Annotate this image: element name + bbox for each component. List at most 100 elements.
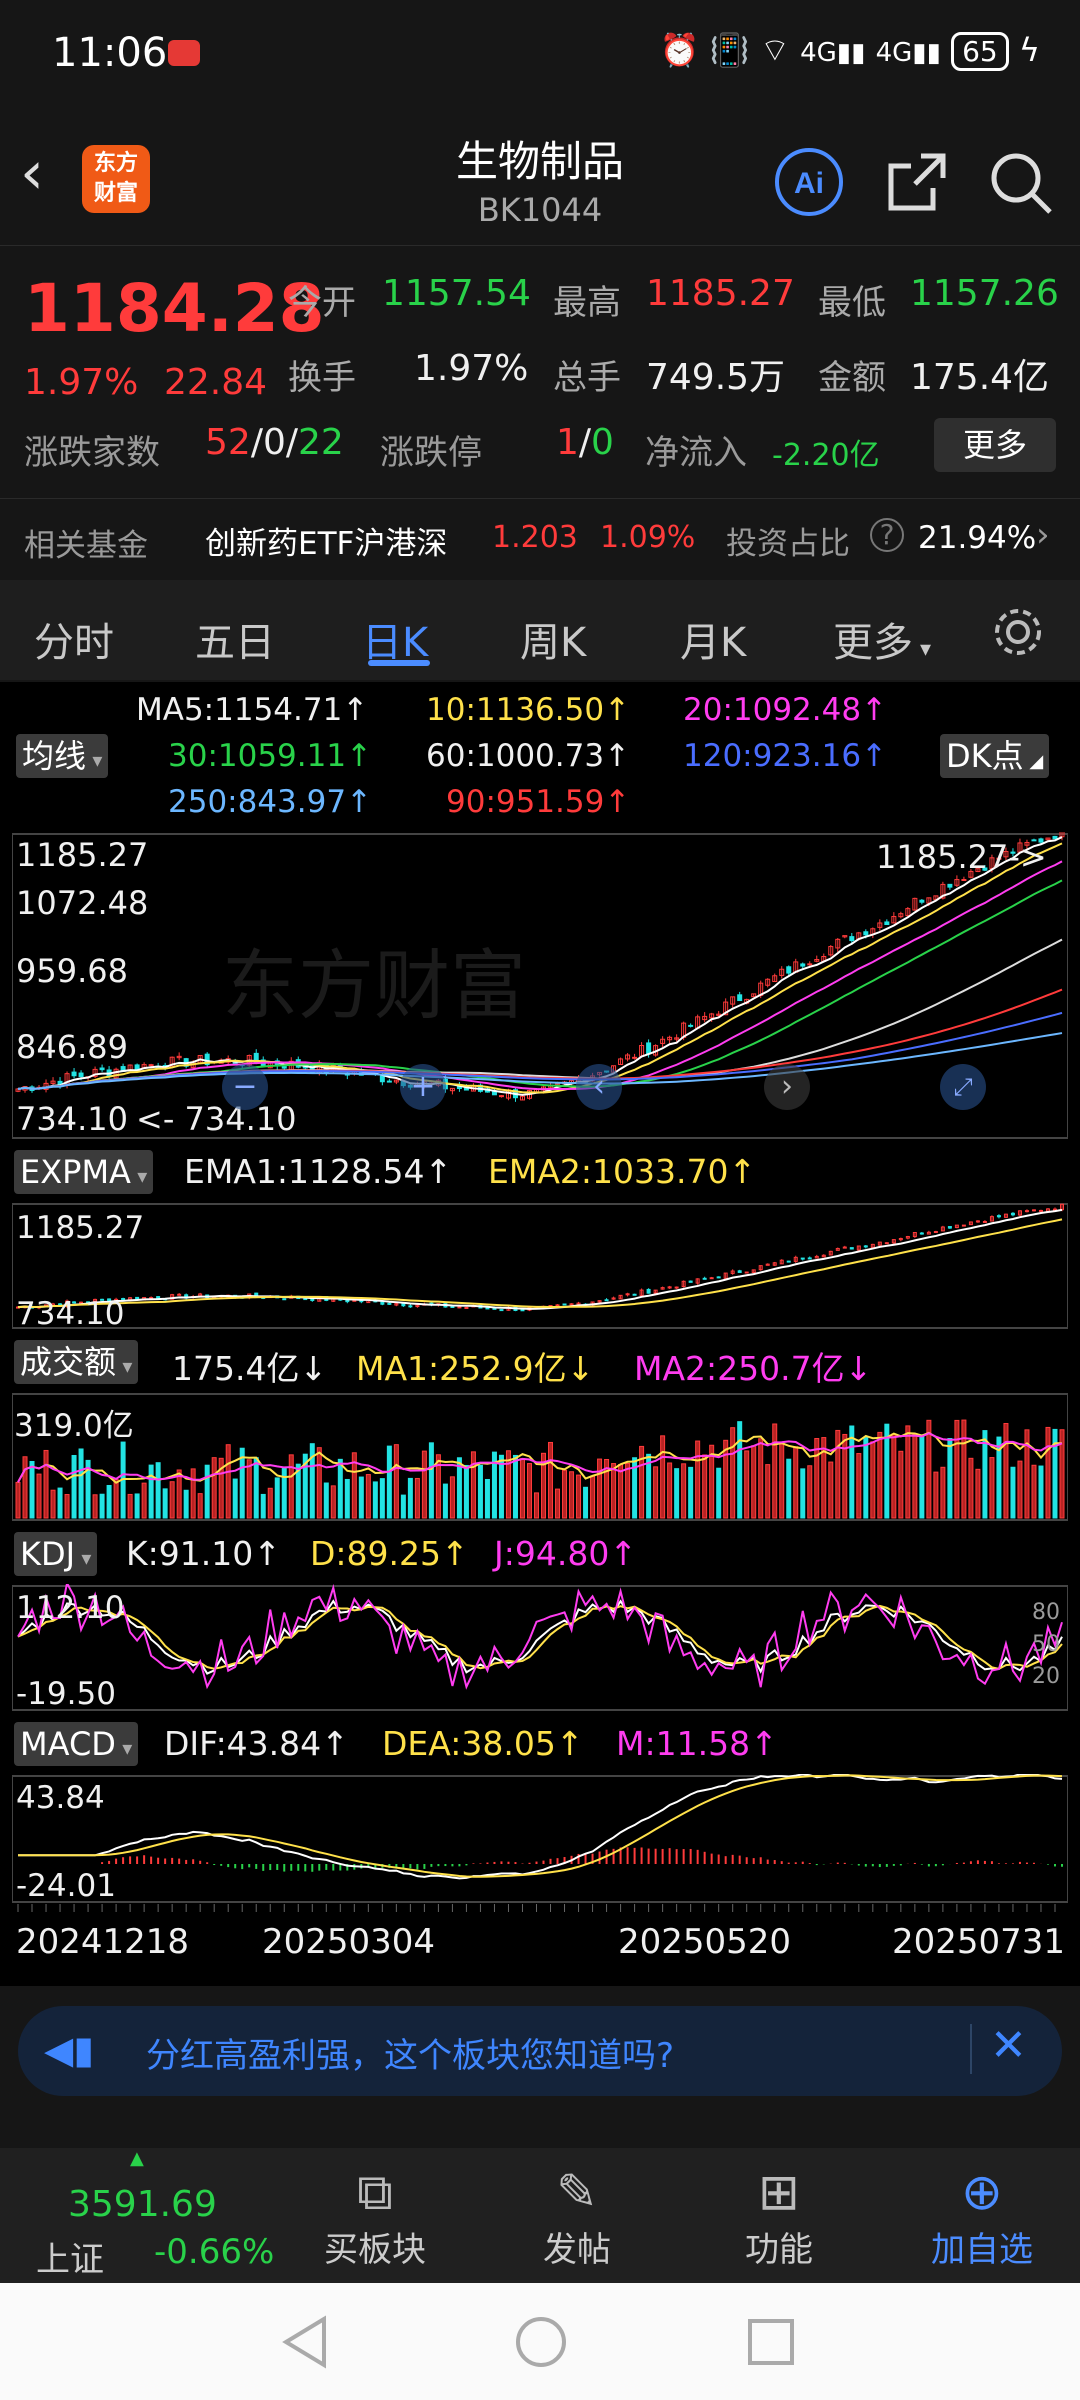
volume-value: 749.5万 [646, 357, 786, 398]
macd-selector[interactable]: MACD ▾ [14, 1722, 139, 1766]
volume-bar [863, 1436, 869, 1519]
candle-body [807, 1257, 812, 1260]
candle-body [961, 1224, 966, 1227]
volume-bar [92, 1494, 98, 1519]
candle-body [961, 878, 967, 881]
candle-body [282, 1298, 287, 1301]
volume-bar [688, 1466, 694, 1519]
index-name[interactable]: 上证 [36, 2232, 104, 2281]
open-value: 1157.54 [382, 273, 531, 314]
macd-dea: DEA:38.05↑ [382, 1724, 584, 1763]
scroll-left-icon[interactable]: ‹ [576, 1064, 622, 1110]
index-value[interactable]: 3591.69 [68, 2184, 217, 2225]
fullscreen-icon[interactable]: ⤢ [940, 1064, 986, 1110]
volume-bar [1010, 1466, 1016, 1519]
scroll-right-icon[interactable]: › [764, 1064, 810, 1110]
tab-weekly-k[interactable]: 周K [520, 610, 586, 668]
divider [0, 245, 1080, 246]
volume-bar [940, 1466, 946, 1519]
nav-label: 买板块 [324, 2230, 426, 2270]
expma-selector[interactable]: EXPMA ▾ [14, 1150, 154, 1194]
updown-label: 涨跌家数 [24, 433, 160, 473]
help-icon[interactable]: ? [870, 518, 904, 552]
volume-bar [36, 1473, 42, 1519]
tab-monthly-k[interactable]: 月K [680, 610, 746, 668]
volume-bar [386, 1445, 392, 1519]
candle-body [947, 883, 953, 888]
tab-intraday[interactable]: 分时 [34, 610, 114, 668]
candle-body [737, 994, 743, 1002]
ai-icon[interactable]: Ai [773, 146, 845, 218]
amount-value: 175.4亿 [910, 357, 1050, 398]
volume-bar [358, 1476, 364, 1519]
nav-add-watchlist[interactable]: ⊕ 加自选 [912, 2162, 1052, 2271]
candle-body [632, 1056, 638, 1059]
kline-panel[interactable]: 东方财富 1185.27 1072.48 959.68 846.89 734.1… [0, 832, 1080, 1140]
change-value: 22.84 [164, 362, 268, 403]
inflow-label: 净流入 [645, 433, 747, 473]
open-label: 今开 [288, 283, 356, 323]
more-button[interactable]: 更多 [934, 418, 1056, 472]
nav-buy-sector[interactable]: ⧉ 买板块 [320, 2162, 430, 2271]
volume-bar [751, 1445, 757, 1519]
volume-bar [933, 1471, 939, 1519]
kdj-selector[interactable]: KDJ ▾ [14, 1532, 98, 1576]
x-axis: 20241218 20250304 20250520 20250731 [0, 1904, 1080, 1986]
volume-bar [849, 1425, 855, 1519]
share-icon[interactable] [885, 150, 949, 214]
volume-bar [428, 1442, 434, 1519]
volume-bar [470, 1451, 476, 1519]
volume-bar [800, 1468, 806, 1519]
search-icon[interactable] [988, 150, 1054, 216]
close-icon[interactable]: ✕ [990, 2020, 1027, 2071]
tab-5day[interactable]: 五日 [195, 610, 275, 668]
volume-selector[interactable]: 成交额 ▾ [14, 1340, 139, 1384]
kdj-panel[interactable]: 112.10 -19.50 80 50 20 [0, 1584, 1080, 1712]
charging-icon: ϟ [1018, 31, 1040, 69]
volume-bars [15, 1419, 1065, 1519]
settings-gear-icon[interactable] [990, 604, 1046, 660]
tab-more[interactable]: 更多 ▾ [833, 610, 931, 668]
status-bar: 11:06 ⏰ 📳 ⌔ 4G▮▮ 4G▮▮ 65 ϟ [0, 0, 1080, 110]
nav-post[interactable]: ✎ 发帖 [522, 2162, 632, 2271]
volume-bar [702, 1454, 708, 1519]
index-change[interactable]: -0.66% [154, 2232, 274, 2272]
ma-selector[interactable]: 均线 ▾ [16, 734, 109, 778]
fund-name[interactable]: 创新药ETF沪港深 [205, 518, 447, 563]
candle-body [919, 1232, 924, 1235]
dk-button[interactable]: DK点 ◢ [940, 734, 1050, 778]
back-triangle-icon[interactable] [280, 2315, 330, 2369]
kline-chart[interactable]: 东方财富 [12, 832, 1068, 1140]
y-label: 734.10 [16, 1100, 128, 1138]
candle-body [716, 1276, 721, 1279]
divider [970, 2024, 972, 2074]
volume-bar [898, 1450, 904, 1519]
chevron-right-icon[interactable]: › [1036, 515, 1050, 555]
expma-panel[interactable]: 1185.27 734.10 [0, 1202, 1080, 1332]
updown-counts: 52/0/22 [205, 422, 344, 463]
promo-banner[interactable]: ◀▮ 分红高盈利强，这个板块您知道吗? ✕ [18, 2006, 1062, 2096]
limit-counts: 1/0 [556, 422, 614, 463]
expma-y-bottom: 734.10 [16, 1296, 125, 1332]
recents-square-icon[interactable] [746, 2317, 796, 2367]
volume-bar [414, 1477, 420, 1519]
volume-panel[interactable]: 319.0亿 [0, 1392, 1080, 1522]
watermark: 东方财富 [222, 941, 526, 1030]
candle-body [863, 1245, 868, 1248]
y-label: 959.68 [16, 952, 128, 990]
volume-ma1: MA1:252.9亿↓ [356, 1349, 595, 1388]
macd-panel[interactable]: 43.84 -24.01 [0, 1774, 1080, 1904]
ema2-line [17, 1218, 1063, 1309]
notification-icon [168, 40, 200, 66]
alarm-icon: ⏰ [659, 31, 700, 69]
zoom-out-icon[interactable]: − [222, 1064, 268, 1110]
home-circle-icon[interactable] [514, 2315, 568, 2369]
status-time: 11:06 [52, 30, 168, 76]
volume-bar [870, 1441, 876, 1519]
nav-functions[interactable]: ⊞ 功能 [724, 2162, 834, 2271]
candle-body [807, 963, 813, 966]
kdj-j: J:94.80↑ [494, 1534, 637, 1573]
candle-body [786, 1260, 791, 1263]
zoom-in-icon[interactable]: + [400, 1064, 446, 1110]
index-caret-icon: ▲ [130, 2148, 144, 2169]
